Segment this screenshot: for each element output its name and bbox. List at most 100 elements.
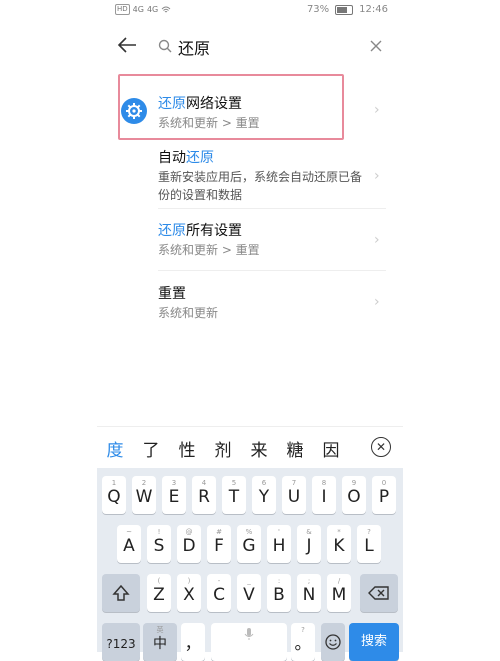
key-hint: * (337, 528, 341, 536)
key-d[interactable]: @ D (177, 525, 201, 563)
emoji-key[interactable] (321, 623, 345, 661)
title-rest: 网络设置 (186, 96, 242, 112)
key-label: V (243, 585, 255, 605)
key-hint: 0 (381, 479, 387, 487)
key-p[interactable]: 0P (372, 476, 396, 514)
key-label: D (182, 536, 196, 556)
key-hint: # (216, 528, 222, 536)
battery-percent: 73% (306, 4, 330, 15)
key-label: E (168, 487, 180, 507)
key-q[interactable]: 1Q (102, 476, 126, 514)
result-text: 还原网络设置 系统和更新 > 重置 (158, 94, 260, 132)
backspace-key[interactable] (360, 574, 398, 612)
search-input[interactable]: 还原 (178, 35, 210, 59)
key-s[interactable]: ! S (147, 525, 171, 563)
key-hint: 8 (321, 479, 327, 487)
search-result-auto-restore[interactable]: 自动还原 重新安装应用后，系统会自动还原已备份的设置和数据 (118, 148, 388, 208)
title-highlight: 还原 (158, 96, 186, 112)
key-m[interactable]: / M (327, 574, 351, 612)
comma-key[interactable]: ， (181, 623, 205, 661)
key-hint: 2 (141, 479, 147, 487)
result-subtitle: 系统和更新 > 重置 (158, 243, 260, 257)
key-v[interactable]: _ V (237, 574, 261, 612)
key-e[interactable]: 3E (162, 476, 186, 514)
key-label: B (273, 585, 285, 605)
emoji-icon (325, 634, 341, 650)
key-hint: 6 (261, 479, 267, 487)
candidate-word[interactable]: 剂 (205, 436, 241, 461)
key-label: T (228, 487, 240, 507)
backspace-icon (368, 586, 389, 600)
key-label: F (214, 536, 224, 556)
key-label: Q (107, 487, 121, 507)
key-label: 。 (294, 634, 312, 654)
chevron-right-icon: › (374, 232, 380, 248)
key-j[interactable]: & J (297, 525, 321, 563)
key-k[interactable]: * K (327, 525, 351, 563)
search-result-reset[interactable]: 重置 系统和更新 (118, 284, 388, 328)
key-w[interactable]: 2W (132, 476, 156, 514)
key-hint: 9 (351, 479, 357, 487)
clear-icon[interactable] (368, 38, 384, 54)
language-key[interactable]: 英中 (143, 623, 177, 661)
key-z[interactable]: (Z (147, 574, 171, 612)
key-g[interactable]: % G (237, 525, 261, 563)
key-label: K (333, 536, 345, 556)
wifi-icon (161, 6, 171, 12)
mic-icon (244, 628, 254, 640)
result-text: 还原所有设置 系统和更新 > 重置 (158, 221, 388, 259)
key-label: A (123, 536, 135, 556)
period-key[interactable]: ?。 (291, 623, 315, 661)
candidate-word[interactable]: 性 (169, 436, 205, 461)
key-hint: ! (157, 528, 161, 536)
ime-candidate-bar: 度 了 性 剂 来 糖 因 ✕ (97, 426, 403, 469)
key-label: P (378, 487, 390, 507)
divider (158, 270, 386, 271)
key-u[interactable]: 7U (282, 476, 306, 514)
search-result-reset-network[interactable]: 还原网络设置 系统和更新 > 重置 (118, 74, 344, 140)
candidate-word[interactable]: 了 (133, 436, 169, 461)
key-label: L (364, 536, 374, 556)
shift-icon (112, 584, 130, 601)
search-key[interactable]: 搜索 (349, 623, 399, 661)
key-o[interactable]: 9O (342, 476, 366, 514)
clock: 12:46 (359, 4, 388, 15)
chevron-right-icon: › (374, 168, 380, 184)
shift-key[interactable] (102, 574, 140, 612)
result-subtitle: 重新安装应用后，系统会自动还原已备份的设置和数据 (158, 170, 363, 202)
result-title: 自动还原 (158, 148, 388, 168)
close-candidates-icon[interactable]: ✕ (371, 437, 391, 457)
space-key[interactable] (211, 623, 287, 661)
key-b[interactable]: :B (267, 574, 291, 612)
result-subtitle: 系统和更新 (158, 306, 219, 320)
key-label: Y (258, 487, 270, 507)
result-text: 重置 系统和更新 (158, 284, 388, 322)
key-label: C (213, 585, 225, 605)
back-arrow-icon[interactable] (116, 34, 138, 56)
key-label: I (321, 487, 327, 507)
result-title: 还原网络设置 (158, 94, 260, 114)
key-n[interactable]: ; N (297, 574, 321, 612)
key-t[interactable]: 5T (222, 476, 246, 514)
key-r[interactable]: 4R (192, 476, 216, 514)
key-h[interactable]: ' H (267, 525, 291, 563)
key-a[interactable]: ~ A (117, 525, 141, 563)
candidate-word[interactable]: 因 (313, 436, 349, 461)
key-l[interactable]: ? L (357, 525, 381, 563)
chevron-right-icon: › (374, 294, 380, 310)
candidate-word[interactable]: 来 (241, 436, 277, 461)
search-result-reset-all[interactable]: 还原所有设置 系统和更新 > 重置 (118, 221, 388, 265)
candidate-word[interactable]: 度 (97, 436, 133, 461)
key-hint: 5 (231, 479, 237, 487)
key-c[interactable]: -C (207, 574, 231, 612)
key-i[interactable]: 8I (312, 476, 336, 514)
key-y[interactable]: 6Y (252, 476, 276, 514)
status-bar: HD 4G 4G 73% 12:46 (0, 0, 500, 22)
key-hint: 4 (201, 479, 207, 487)
key-x[interactable]: ) X (177, 574, 201, 612)
candidate-word[interactable]: 糖 (277, 436, 313, 461)
result-subtitle: 系统和更新 > 重置 (158, 116, 260, 130)
key-f[interactable]: # F (207, 525, 231, 563)
numbers-key[interactable]: ?123 (102, 623, 140, 661)
key-label: O (347, 487, 361, 507)
